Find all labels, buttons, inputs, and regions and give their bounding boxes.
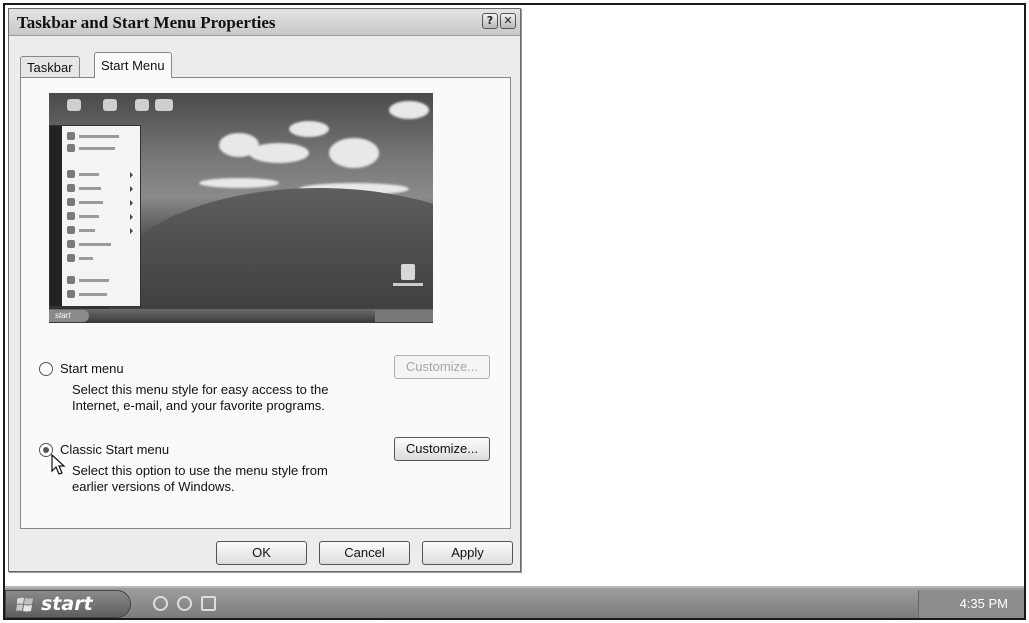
classic-start-menu-label[interactable]: Classic Start menu <box>60 442 169 457</box>
mouse-pointer-icon <box>51 454 66 475</box>
outlook-express-icon[interactable] <box>201 596 216 611</box>
recycle-icon <box>155 99 173 111</box>
clock[interactable]: 4:35 PM <box>960 596 1008 611</box>
network-icon <box>135 99 149 111</box>
tab-taskbar[interactable]: Taskbar <box>20 56 80 77</box>
preview-recycle-bin-label <box>393 283 423 286</box>
my-documents-icon <box>103 99 117 111</box>
screen: Taskbar and Start Menu Properties ? ✕ Ta… <box>3 3 1026 620</box>
taskbar-start-menu-properties-dialog: Taskbar and Start Menu Properties ? ✕ Ta… <box>8 8 521 572</box>
ok-button[interactable]: OK <box>216 541 307 565</box>
preview-notification-area <box>375 310 433 322</box>
tab-start-menu[interactable]: Start Menu <box>94 52 172 78</box>
start-label: start <box>41 593 93 615</box>
classic-start-menu-description: Select this option to use the menu style… <box>72 463 328 494</box>
preview-start-menu <box>49 125 141 307</box>
classic-start-menu-customize-button[interactable]: Customize... <box>394 437 490 461</box>
apply-button[interactable]: Apply <box>422 541 513 565</box>
start-menu-label[interactable]: Start menu <box>60 361 124 376</box>
start-menu-tab-panel: start Start menu Select this menu style … <box>20 77 511 529</box>
internet-explorer-icon[interactable] <box>153 596 168 611</box>
window-title: Taskbar and Start Menu Properties <box>17 13 276 32</box>
start-button[interactable]: start <box>5 590 131 618</box>
cancel-button[interactable]: Cancel <box>319 541 410 565</box>
preview-start-button: start <box>49 310 89 322</box>
desktop-icons <box>61 99 173 115</box>
start-menu-radio[interactable] <box>39 362 53 376</box>
preview-start-menu-sidebar <box>50 126 62 306</box>
start-menu-customize-button[interactable]: Customize... <box>394 355 490 379</box>
media-player-icon[interactable] <box>177 596 192 611</box>
hill-wallpaper <box>109 188 433 323</box>
preview-taskbar: start <box>49 309 433 323</box>
title-bar[interactable]: Taskbar and Start Menu Properties ? ✕ <box>9 9 520 36</box>
windows-logo-icon <box>16 597 33 612</box>
help-button[interactable]: ? <box>482 13 498 29</box>
preview-recycle-bin-icon <box>401 264 415 280</box>
start-menu-preview-image: start <box>49 93 433 323</box>
close-button[interactable]: ✕ <box>500 13 516 29</box>
notification-area: 4:35 PM <box>918 590 1024 618</box>
start-menu-description: Select this menu style for easy access t… <box>72 382 329 413</box>
my-computer-icon <box>67 99 81 111</box>
taskbar: start 4:35 PM <box>5 586 1024 618</box>
